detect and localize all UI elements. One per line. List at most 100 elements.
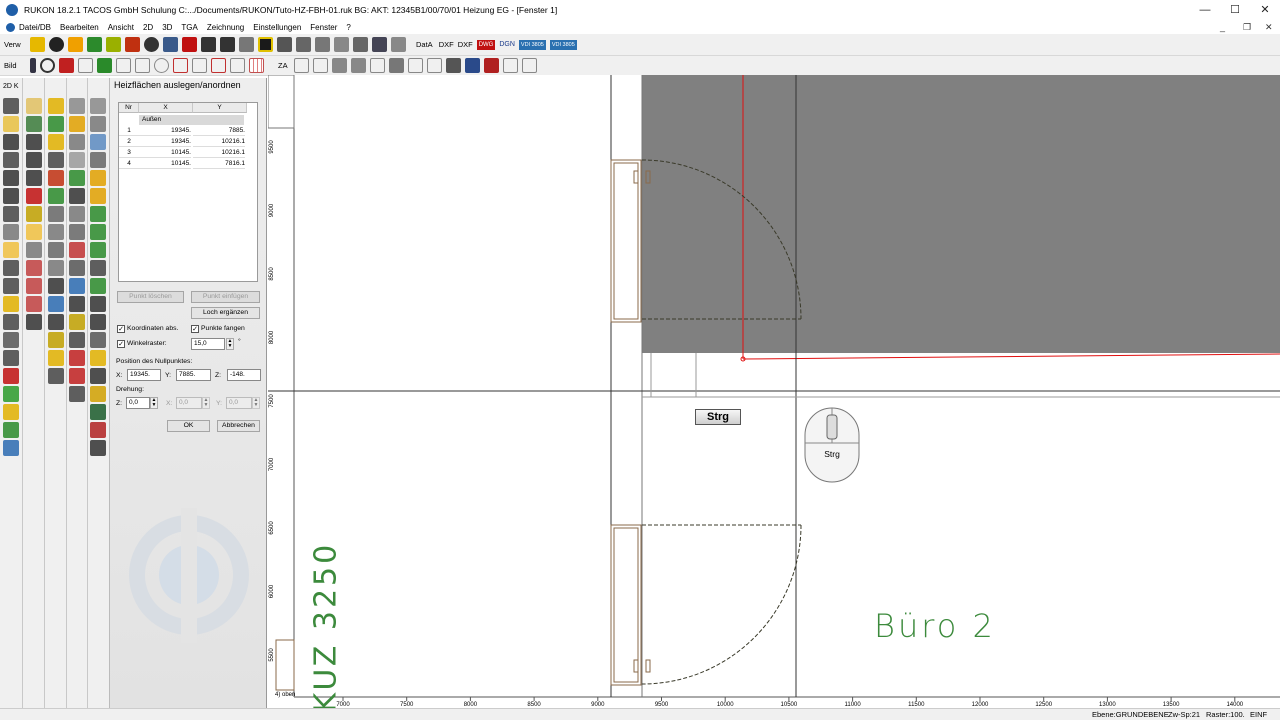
add-hole-button[interactable]: Loch ergänzen xyxy=(191,307,260,319)
palette-tool-5-6-icon[interactable] xyxy=(90,188,106,204)
mdi-restore-button[interactable]: ❐ xyxy=(1243,20,1251,34)
data-button[interactable]: DatA xyxy=(416,40,433,49)
dxf-export-button[interactable]: DXF xyxy=(458,40,473,49)
fit-icon[interactable] xyxy=(97,58,112,73)
find-icon[interactable] xyxy=(334,37,349,52)
palette-tool-1-17-icon[interactable] xyxy=(3,386,19,402)
dxf-import-button[interactable]: DXF xyxy=(439,40,454,49)
layer-icon[interactable] xyxy=(163,37,178,52)
palette-tool-1-12-icon[interactable] xyxy=(3,296,19,312)
menu-help[interactable]: ? xyxy=(346,23,350,32)
palette-tool-4-15-icon[interactable] xyxy=(69,350,85,366)
palette-tool-2-1-icon[interactable] xyxy=(26,98,42,114)
palette-tool-3-5-icon[interactable] xyxy=(48,170,64,186)
angle-grid-input[interactable]: 15,0 xyxy=(191,338,225,350)
palette-tool-1-9-icon[interactable] xyxy=(3,242,19,258)
palette-tool-1-10-icon[interactable] xyxy=(3,260,19,276)
pan-icon[interactable] xyxy=(78,58,93,73)
palette-tool-4-4-icon[interactable] xyxy=(69,152,85,168)
palette-tool-2-4-icon[interactable] xyxy=(26,152,42,168)
za-tool-3-icon[interactable] xyxy=(331,58,347,73)
palette-tool-2-11-icon[interactable] xyxy=(26,278,42,294)
palette-tool-4-14-icon[interactable] xyxy=(69,332,85,348)
palette-tool-1-11-icon[interactable] xyxy=(3,278,19,294)
za-tool-10-icon[interactable] xyxy=(464,58,480,73)
palette-tool-3-1-icon[interactable] xyxy=(48,98,64,114)
palette-tool-1-20-icon[interactable] xyxy=(3,440,19,456)
sort-icon[interactable] xyxy=(239,37,254,52)
rot-x-input[interactable]: 0,0 xyxy=(176,397,202,409)
palette-tool-1-16-icon[interactable] xyxy=(3,368,19,384)
palette-tool-2-2-icon[interactable] xyxy=(26,116,42,132)
palette-tool-4-5-icon[interactable] xyxy=(69,170,85,186)
palette-tool-5-17-icon[interactable] xyxy=(90,386,106,402)
points-table[interactable]: Nr X Y Außen 1 19345. 7885. 2 19345. 102… xyxy=(118,102,258,282)
line-icon[interactable] xyxy=(201,37,216,52)
palette-tool-5-13-icon[interactable] xyxy=(90,314,106,330)
palette-tool-4-9-icon[interactable] xyxy=(69,242,85,258)
palette-tool-2-13-icon[interactable] xyxy=(26,314,42,330)
pencil-icon[interactable] xyxy=(30,37,45,52)
palette-tool-2-3-icon[interactable] xyxy=(26,134,42,150)
palette-tool-2-9-icon[interactable] xyxy=(26,242,42,258)
palette-tool-1-18-icon[interactable] xyxy=(3,404,19,420)
palette-tool-3-15-icon[interactable] xyxy=(48,350,64,366)
stack-icon[interactable] xyxy=(106,37,121,52)
palette-tool-5-5-icon[interactable] xyxy=(90,170,106,186)
cross-icon[interactable] xyxy=(230,58,245,73)
snap-points-checkbox[interactable]: ✓ xyxy=(191,325,199,333)
palette-tool-4-11-icon[interactable] xyxy=(69,278,85,294)
palette-tool-4-3-icon[interactable] xyxy=(69,134,85,150)
rot-y-input[interactable]: 0,0 xyxy=(226,397,252,409)
palette-tool-5-20-icon[interactable] xyxy=(90,440,106,456)
list-icon[interactable] xyxy=(391,37,406,52)
rot-z-input[interactable]: 0,0 xyxy=(126,397,150,409)
palette-tool-4-17-icon[interactable] xyxy=(69,386,85,402)
angle-grid-spinner[interactable]: ▲ ▼ xyxy=(226,338,234,350)
palette-tool-3-8-icon[interactable] xyxy=(48,224,64,240)
palette-tool-3-6-icon[interactable] xyxy=(48,188,64,204)
za-tool-6-icon[interactable] xyxy=(388,58,404,73)
magnifier-icon[interactable] xyxy=(154,58,169,73)
palette-tool-5-10-icon[interactable] xyxy=(90,260,106,276)
drawing-canvas[interactable]: 7000 7500 8000 8500 9000 9500 10000 10500 11000 1… xyxy=(268,75,1280,708)
palette-tool-1-13-icon[interactable] xyxy=(3,314,19,330)
rot-z-spinner[interactable]: ▲ ▼ xyxy=(150,397,158,409)
menu-einstellungen[interactable]: Einstellungen xyxy=(253,23,301,32)
image-icon[interactable] xyxy=(258,37,273,52)
grid-icon[interactable] xyxy=(68,37,83,52)
palette-tool-5-14-icon[interactable] xyxy=(90,332,106,348)
palette-tool-2-10-icon[interactable] xyxy=(26,260,42,276)
palette-tool-1-19-icon[interactable] xyxy=(3,422,19,438)
coords-abs-checkbox[interactable]: ✓ xyxy=(117,325,125,333)
palette-tool-5-4-icon[interactable] xyxy=(90,152,106,168)
palette-tool-4-12-icon[interactable] xyxy=(69,296,85,312)
print-icon[interactable] xyxy=(296,37,311,52)
palette-tool-5-1-icon[interactable] xyxy=(90,98,106,114)
save-icon[interactable] xyxy=(277,37,292,52)
palette-tool-1-15-icon[interactable] xyxy=(3,350,19,366)
palette-tool-4-7-icon[interactable] xyxy=(69,206,85,222)
palette-tool-5-7-icon[interactable] xyxy=(90,206,106,222)
palette-tool-5-9-icon[interactable] xyxy=(90,242,106,258)
zoom-window-icon[interactable] xyxy=(59,58,74,73)
insert-point-button[interactable]: Punkt einfügen xyxy=(191,291,260,303)
col-header-y[interactable]: Y xyxy=(193,103,247,113)
menu-2d[interactable]: 2D xyxy=(143,23,153,32)
dwg-button[interactable]: DWG xyxy=(476,39,496,50)
palette-tool-3-3-icon[interactable] xyxy=(48,134,64,150)
vdi-export-button[interactable]: VDI 3805 xyxy=(549,39,577,50)
ok-button[interactable]: OK xyxy=(167,420,210,432)
close-button[interactable]: ✕ xyxy=(1250,0,1280,20)
palette-tool-1-2-icon[interactable] xyxy=(3,116,19,132)
palette-tool-2-7-icon[interactable] xyxy=(26,206,42,222)
origin-y-input[interactable]: 7885. xyxy=(176,369,211,381)
palette-tool-3-12-icon[interactable] xyxy=(48,296,64,312)
palette-tool-5-19-icon[interactable] xyxy=(90,422,106,438)
palette-tool-1-4-icon[interactable] xyxy=(3,152,19,168)
dgn-button[interactable]: DGN xyxy=(499,41,515,48)
abc-icon[interactable] xyxy=(483,58,499,73)
palette-tool-2-12-icon[interactable] xyxy=(26,296,42,312)
rot-y-spinner[interactable]: ▲ ▼ xyxy=(252,397,260,409)
rot-x-spinner[interactable]: ▲ ▼ xyxy=(202,397,210,409)
